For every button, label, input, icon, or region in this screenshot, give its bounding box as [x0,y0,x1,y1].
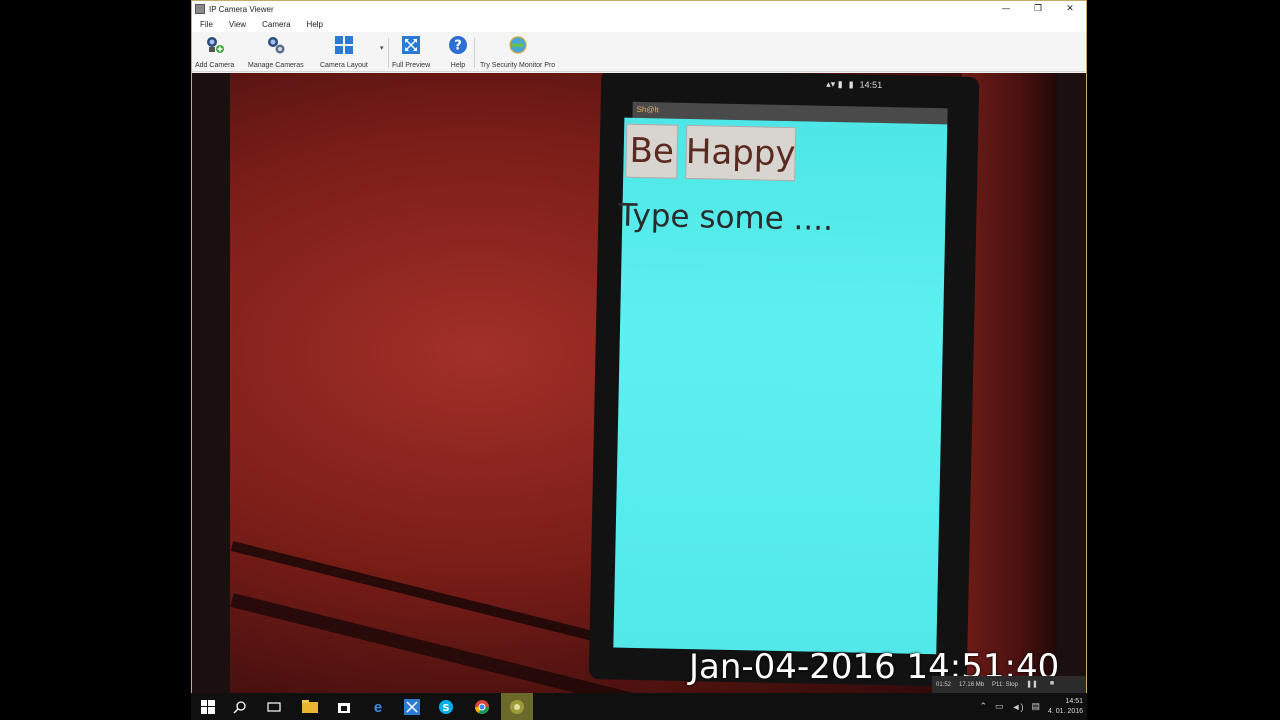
toolbar-separator-2 [474,38,475,68]
title-bar: IP Camera Viewer — ❐ ✕ [192,1,1086,17]
ip-camera-viewer-window: IP Camera Viewer — ❐ ✕ File View Camera … [191,0,1087,693]
start-button[interactable] [197,697,219,717]
taskbar-clock[interactable]: 14:51 4. 01. 2016 [1048,697,1083,717]
edge-button[interactable]: e [367,697,389,717]
svg-text:S: S [442,703,449,714]
add-camera-icon [205,35,225,55]
stream-stats-bar: 01:52 17.16 Mb P11: Stop ❚❚ ■ [932,676,1086,693]
stream-duration: 01:52 [936,681,952,688]
volume-icon[interactable]: ◄) [1012,702,1024,712]
edge-icon: e [373,698,383,716]
system-tray: ⌃ ▭ ◄) ▤ 14:51 4. 01. 2016 [979,693,1083,720]
globe-icon [508,35,528,55]
stream-size: 17.16 Mb [959,681,985,688]
toolbar-separator [388,38,389,68]
app-button[interactable] [401,697,423,717]
svg-text:?: ? [454,39,462,54]
help-button[interactable]: ? Help [448,35,468,71]
add-camera-label: Add Camera [195,62,235,69]
search-icon [233,701,246,714]
app-blue-icon [404,699,420,715]
happy-button: Happy [685,124,797,182]
app-icon [195,4,205,14]
full-preview-label: Full Preview [392,62,431,69]
pause-icon[interactable]: ❚❚ [1026,680,1038,690]
window-title: IP Camera Viewer [209,4,274,14]
clock-date: 4. 01. 2016 [1047,707,1083,715]
skype-button[interactable]: S [435,697,457,717]
window-controls: — ❐ ✕ [990,1,1086,17]
help-icon: ? [448,35,468,55]
store-button[interactable] [333,697,355,717]
try-security-monitor-pro-button[interactable]: Try Security Monitor Pro [480,35,555,71]
grid-layout-icon [334,35,354,55]
stream-status: P11: Stop [992,681,1018,688]
ip-camera-viewer-taskbar-button[interactable] [501,693,533,720]
chrome-icon [475,700,489,714]
ip-camera-app-icon [510,699,524,714]
windows-logo-icon [201,700,215,714]
type-some-text: Type some .... [617,197,834,238]
phone-app-screen: Be Happy Type some .... [613,117,948,655]
folder-icon [302,700,318,713]
camera-layout-label: Camera Layout [320,62,368,69]
dropdown-arrow-icon: ▾ [380,45,384,52]
stop-icon[interactable]: ■ [1046,680,1058,690]
menu-file[interactable]: File [200,20,213,29]
task-view-icon [267,702,281,712]
toolbar: Add Camera Manage Cameras Camera Layout … [192,32,1086,72]
search-button[interactable] [229,697,251,717]
phone-status-bar: ▴▾ ▮ ▮ 14:51 [826,78,946,93]
screen: IP Camera Viewer — ❐ ✕ File View Camera … [0,0,1280,720]
battery-icon: ▮ [848,78,854,89]
close-button[interactable]: ✕ [1054,1,1086,17]
store-icon [338,703,350,713]
menu-camera[interactable]: Camera [262,20,290,29]
network-icon[interactable]: ▭ [995,701,1004,712]
camera-video-feed[interactable]: ▴▾ ▮ ▮ 14:51 Sh@lt Be Happy Type some ..… [192,73,1086,693]
phone-clock: 14:51 [859,79,883,90]
help-label: Help [450,62,466,69]
manage-cameras-label: Manage Cameras [248,62,304,69]
manage-cameras-button[interactable]: Manage Cameras [248,35,304,71]
be-button: Be [625,123,679,179]
camera-layout-button[interactable]: Camera Layout [320,35,368,71]
full-preview-button[interactable]: Full Preview [392,35,430,71]
signal-icon: ▴▾ ▮ [826,78,843,89]
fullscreen-icon [401,35,421,55]
maximize-button[interactable]: ❐ [1022,1,1054,17]
clock-time: 14:51 [1065,697,1083,705]
task-view-button[interactable] [263,697,285,717]
phone-in-frame: ▴▾ ▮ ▮ 14:51 Sh@lt Be Happy Type some ..… [588,73,980,687]
chrome-button[interactable] [471,697,493,717]
taskbar: e S ⌃ ▭ ◄) ▤ 14:51 4. 01. 2016 [191,693,1087,720]
try-security-monitor-pro-label: Try Security Monitor Pro [480,62,556,69]
file-explorer-button[interactable] [299,697,321,717]
notifications-icon[interactable]: ▤ [1031,701,1040,712]
skype-icon: S [439,700,453,714]
menu-bar: File View Camera Help [192,17,1086,32]
add-camera-button[interactable]: Add Camera [195,35,234,71]
tray-overflow-icon[interactable]: ⌃ [979,701,987,712]
manage-cameras-icon [266,35,286,55]
minimize-button[interactable]: — [990,1,1022,17]
menu-help[interactable]: Help [307,20,323,29]
menu-view[interactable]: View [229,20,246,29]
